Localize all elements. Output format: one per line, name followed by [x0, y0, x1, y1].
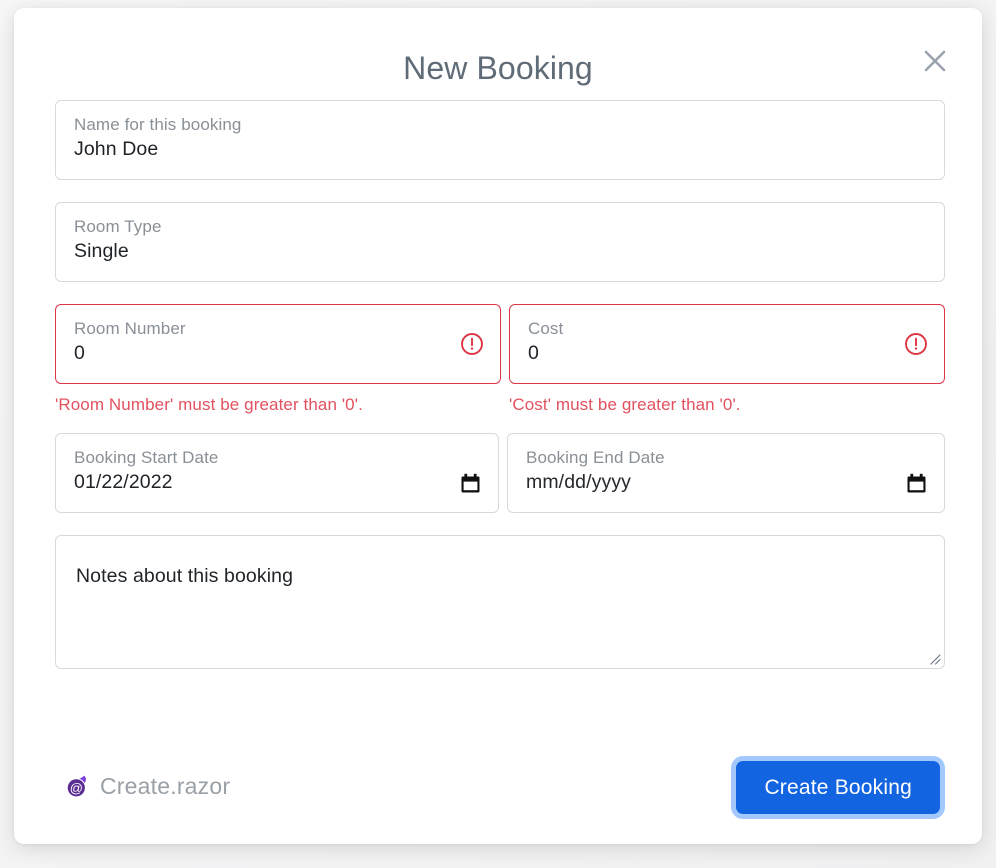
room-type-field-value: Single [74, 239, 129, 262]
room-number-field[interactable]: Room Number 0 [55, 304, 501, 384]
room-number-column: Room Number 0 'Room Number' must be grea… [55, 304, 501, 415]
close-x-icon [922, 48, 948, 74]
dialog-footer: @ Create.razor Create Booking [55, 753, 944, 833]
start-date-field[interactable]: Booking Start Date 01/22/2022 [55, 433, 499, 514]
resize-handle-icon[interactable] [927, 651, 941, 665]
start-date-field-label: Booking Start Date [74, 448, 219, 468]
room-number-field-value: 0 [74, 341, 85, 364]
cost-error-message: 'Cost' must be greater than '0'. [509, 395, 741, 414]
start-date-column: Booking Start Date 01/22/2022 [55, 433, 499, 514]
notes-textarea[interactable]: Notes about this booking [55, 535, 945, 670]
create-booking-button[interactable]: Create Booking [736, 761, 940, 814]
exclamation-circle-icon [460, 332, 484, 356]
room-type-field[interactable]: Room Type Single [55, 202, 945, 282]
cost-column: Cost 0 'Cost' must be greater than '0'. [509, 304, 945, 415]
end-date-field-value: mm/dd/yyyy [526, 470, 632, 493]
numeric-fields-row: Room Number 0 'Room Number' must be grea… [55, 304, 945, 415]
name-field[interactable]: Name for this booking John Doe [55, 100, 945, 180]
room-number-error-message: 'Room Number' must be greater than '0'. [55, 395, 363, 414]
end-date-column: Booking End Date mm/dd/yyyy [507, 433, 945, 514]
source-file-tag: @ Create.razor [65, 773, 230, 800]
end-date-field[interactable]: Booking End Date mm/dd/yyyy [507, 433, 945, 514]
page-title: New Booking [403, 50, 593, 86]
end-date-field-label: Booking End Date [526, 448, 665, 468]
new-booking-dialog: New Booking Name for this booking John D… [14, 8, 982, 844]
room-number-field-label: Room Number [74, 319, 186, 338]
name-field-label: Name for this booking [74, 115, 242, 134]
notes-textarea-value: Notes about this booking [76, 565, 294, 588]
source-file-label: Create.razor [100, 773, 231, 799]
dialog-header: New Booking [14, 8, 982, 92]
cost-field-label: Cost [528, 319, 564, 338]
close-button[interactable] [918, 44, 952, 78]
date-fields-row: Booking Start Date 01/22/2022 Booking En [55, 433, 945, 514]
svg-text:@: @ [70, 780, 83, 795]
start-date-field-value: 01/22/2022 [74, 470, 173, 493]
booking-form: Name for this booking John Doe Room Type… [55, 100, 945, 670]
calendar-icon[interactable] [906, 473, 927, 494]
room-type-field-label: Room Type [74, 217, 162, 236]
calendar-icon[interactable] [460, 473, 481, 494]
blazor-logo-icon: @ [65, 774, 91, 800]
cost-field[interactable]: Cost 0 [509, 304, 945, 384]
cost-field-value: 0 [528, 341, 539, 364]
name-field-value: John Doe [74, 137, 159, 160]
exclamation-circle-icon [904, 332, 928, 356]
